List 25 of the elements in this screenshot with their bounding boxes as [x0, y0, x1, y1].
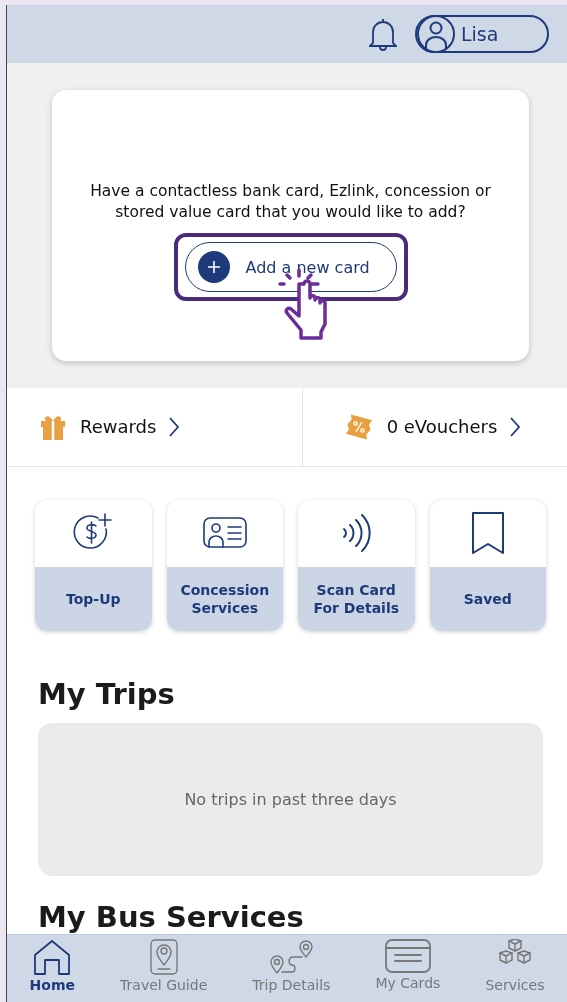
add-card-button[interactable]: Add a new card: [184, 242, 397, 292]
section-heading: My Trips: [38, 676, 176, 711]
shortcut-tile[interactable]: Top-Up: [35, 499, 152, 631]
chevron-right-icon: [168, 415, 181, 438]
profile-button[interactable]: Lisa: [415, 15, 549, 53]
notification-bell-icon[interactable]: [369, 17, 397, 51]
add-card-prompt: Have a contactless bank card, Ezlink, concession or stored value card that you would like to add?: [89, 181, 492, 223]
section-heading: My Bus Services: [38, 900, 305, 934]
map-pin-icon: [149, 939, 178, 975]
link-label: 0 eVouchers: [386, 416, 498, 438]
plus-icon: [197, 251, 230, 283]
card-icon: [384, 939, 431, 973]
user-avatar-icon: [417, 15, 455, 53]
empty-message: No trips in past three days: [184, 789, 397, 809]
route-icon: [268, 939, 315, 975]
id-card-icon: [202, 517, 247, 550]
contactless-icon: [341, 512, 372, 555]
chevron-right-icon: [509, 415, 522, 438]
nav-tab[interactable]: Home: [29, 939, 75, 1002]
shortcut-tile[interactable]: Saved: [429, 499, 546, 631]
shortcut-tile[interactable]: Scan Card For Details: [298, 499, 415, 631]
link-label: Rewards: [80, 416, 157, 438]
shortcut-tile[interactable]: Concession Services: [166, 499, 283, 631]
bookmark-icon: [470, 511, 505, 556]
home-icon: [33, 939, 72, 975]
